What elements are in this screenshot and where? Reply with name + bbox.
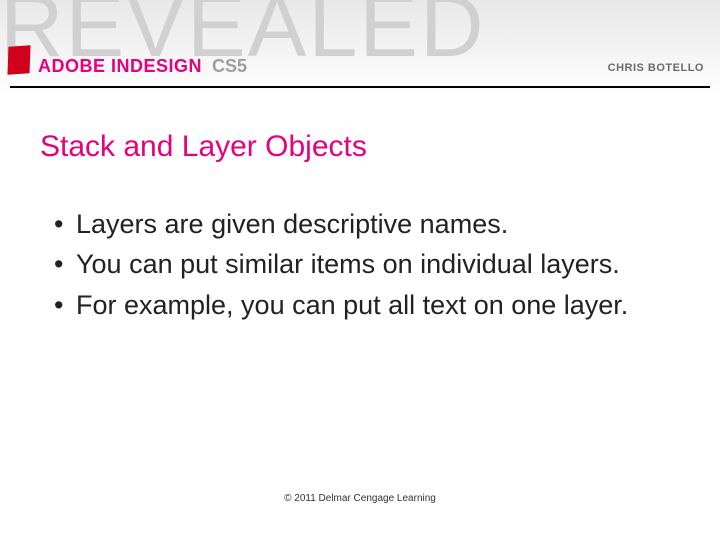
list-item: You can put similar items on individual … <box>54 246 680 282</box>
list-item: For example, you can put all text on one… <box>54 287 680 323</box>
header-divider <box>10 86 710 88</box>
slide-title: Stack and Layer Objects <box>40 130 680 164</box>
product-name: ADOBE INDESIGN <box>38 56 202 77</box>
footer-copyright: © 2011 Delmar Cengage Learning <box>0 493 720 504</box>
list-item: Layers are given descriptive names. <box>54 206 680 242</box>
bullet-list: Layers are given descriptive names. You … <box>40 206 680 323</box>
product-line: ADOBE INDESIGN CS5 <box>24 56 247 77</box>
product-version: CS5 <box>212 56 247 77</box>
slide-content: Stack and Layer Objects Layers are given… <box>40 130 680 327</box>
author-name: CHRIS BOTELLO <box>608 62 704 74</box>
header-banner: REVEALED ADOBE INDESIGN CS5 CHRIS BOTELL… <box>0 0 720 95</box>
